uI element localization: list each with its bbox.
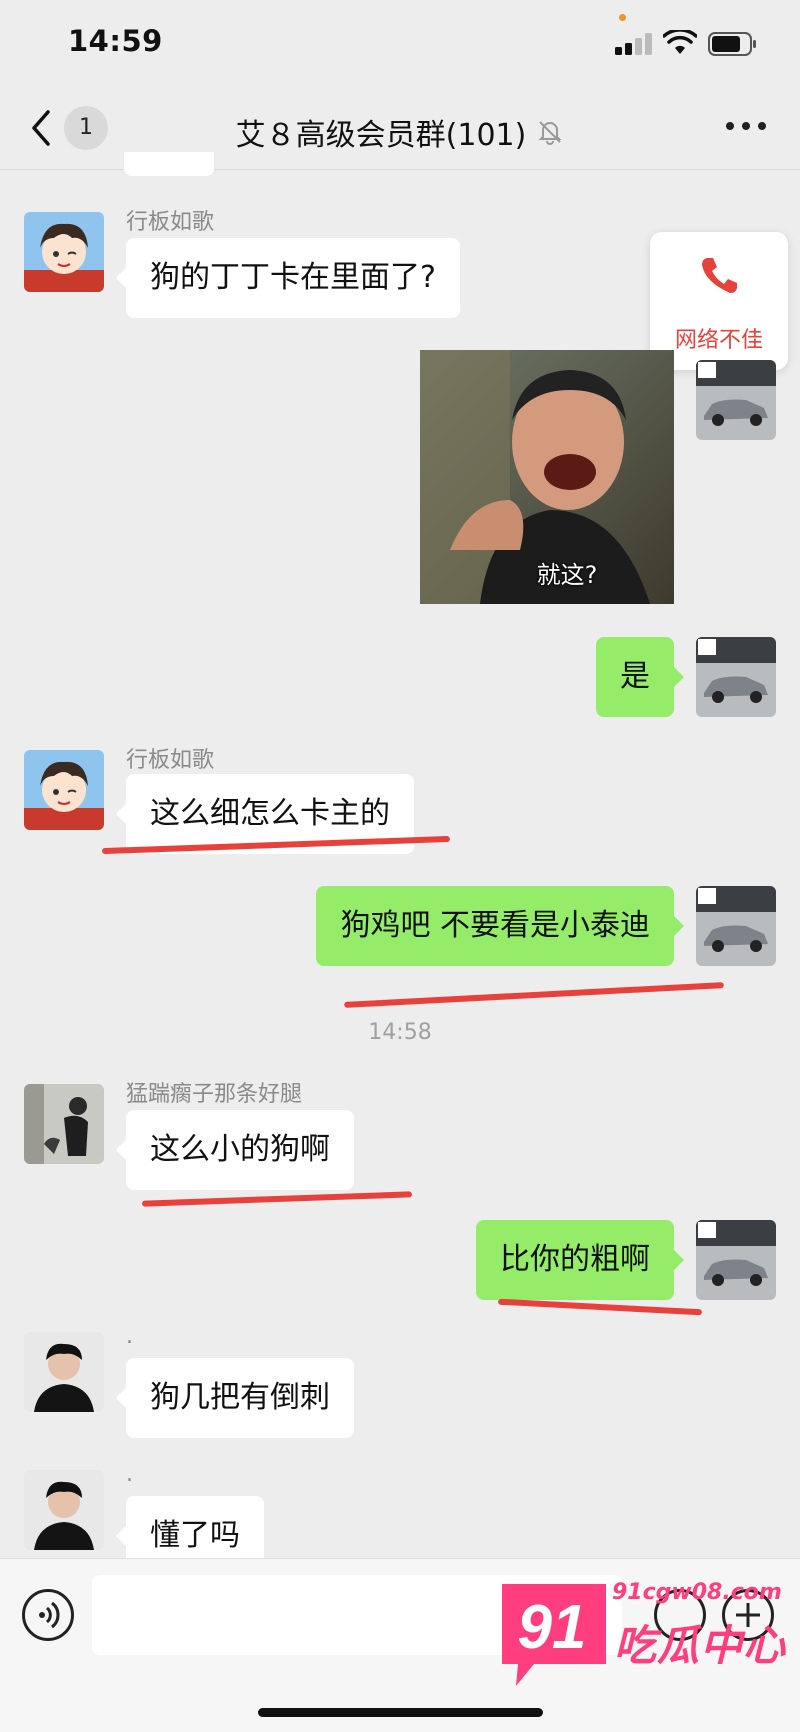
meme-image-message[interactable]: 就这? — [420, 350, 674, 604]
home-indicator[interactable] — [258, 1708, 543, 1717]
sender-name: 行板如歌 — [126, 748, 215, 773]
voice-input-button[interactable] — [22, 1589, 74, 1641]
red-annotation-underline — [344, 982, 724, 1008]
watermark-url: 91cgw08.com — [612, 1580, 782, 1605]
status-time: 14:59 — [68, 24, 163, 58]
red-annotation-underline — [141, 1191, 413, 1207]
chat-header: 1 艾８高级会员群(101) — [0, 88, 800, 170]
red-annotation-underline — [497, 1298, 703, 1316]
watermark-name: 吃瓜中心 — [614, 1621, 787, 1670]
car-avatar-icon — [696, 637, 776, 717]
sender-name: 猛踹瘸子那条好腿 — [126, 1082, 303, 1107]
outgoing-message-bubble[interactable]: 比你的粗啊 — [476, 1220, 684, 1300]
avatar[interactable] — [24, 212, 104, 292]
outgoing-message-bubble[interactable]: 是 — [596, 637, 684, 717]
avatar[interactable] — [24, 1332, 104, 1412]
outgoing-message-bubble[interactable]: 狗鸡吧 不要看是小泰迪 — [316, 886, 684, 966]
svg-text:91: 91 — [518, 1593, 587, 1662]
incoming-message-bubble[interactable]: 狗的丁丁卡在里面了? — [116, 238, 460, 318]
chat-title-wrapper: 艾８高级会员群(101) — [0, 110, 800, 154]
wifi-icon — [663, 30, 697, 54]
sender-name: 行板如歌 — [126, 210, 215, 235]
sender-name: . — [126, 1324, 133, 1349]
muted-bell-icon — [538, 121, 562, 145]
avatar[interactable] — [696, 360, 776, 440]
sender-name: . — [126, 1462, 133, 1487]
cellular-signal-icon — [615, 33, 653, 55]
meme-caption: 就这? — [536, 561, 598, 589]
avatar[interactable] — [696, 637, 776, 717]
photo-avatar-icon — [24, 1332, 104, 1412]
photo-avatar-icon — [24, 1084, 104, 1164]
more-options-icon[interactable] — [726, 122, 766, 134]
message-timestamp: 14:58 — [368, 1020, 432, 1045]
avatar[interactable] — [24, 750, 104, 830]
photo-avatar-icon — [24, 1470, 104, 1550]
status-bar: 14:59 — [0, 0, 800, 88]
avatar[interactable] — [696, 886, 776, 966]
voice-waves-icon — [39, 1601, 60, 1629]
anime-boy-avatar-icon — [24, 212, 104, 292]
watermark-logo: 91 — [502, 1584, 606, 1686]
avatar[interactable] — [24, 1470, 104, 1550]
incoming-message-bubble[interactable]: 狗几把有倒刺 — [116, 1358, 354, 1438]
car-avatar-icon — [696, 360, 776, 440]
anime-boy-avatar-icon — [24, 750, 104, 830]
avatar[interactable] — [696, 1220, 776, 1300]
chat-title[interactable]: 艾８高级会员群(101) — [236, 110, 527, 154]
phone-icon — [702, 258, 737, 293]
avatar[interactable] — [24, 1084, 104, 1164]
car-avatar-icon — [696, 886, 776, 966]
privacy-indicator-dot — [619, 14, 626, 21]
partial-message-bubble — [124, 152, 214, 176]
battery-icon — [708, 32, 756, 56]
incoming-message-bubble[interactable]: 这么小的狗啊 — [116, 1110, 354, 1190]
car-avatar-icon — [696, 1220, 776, 1300]
